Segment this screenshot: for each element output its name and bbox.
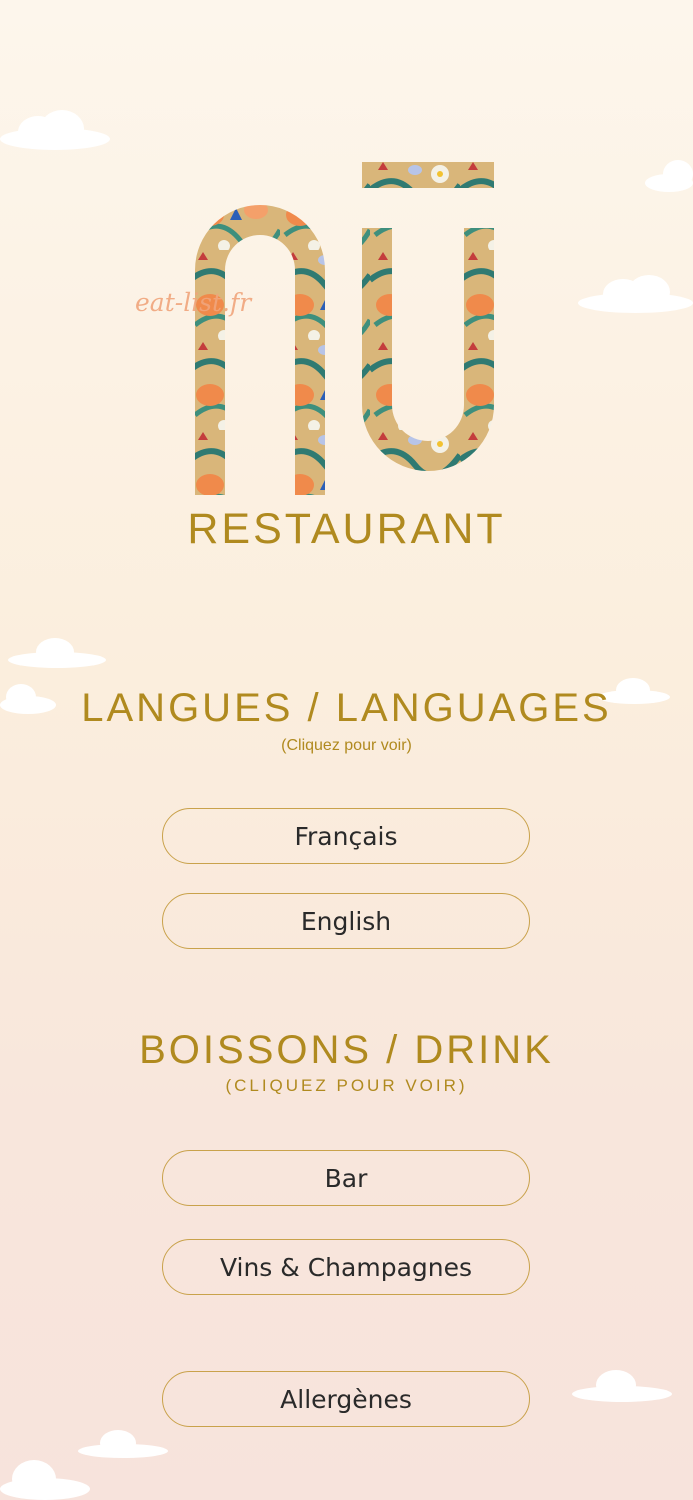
cloud-decoration bbox=[0, 110, 110, 150]
english-button[interactable]: English bbox=[162, 893, 530, 949]
wines-champagnes-button[interactable]: Vins & Champagnes bbox=[162, 1239, 530, 1295]
cloud-decoration bbox=[0, 1458, 90, 1500]
cloud-decoration bbox=[645, 160, 693, 192]
drinks-subtitle: (CLIQUEZ POUR VOIR) bbox=[225, 1076, 468, 1095]
languages-title: LANGUES / LANGUAGES bbox=[81, 686, 612, 730]
languages-subtitle: (Cliquez pour voir) bbox=[281, 737, 412, 754]
cloud-decoration bbox=[78, 1430, 168, 1458]
cloud-decoration bbox=[572, 1370, 672, 1402]
nu-floral-logo-icon bbox=[195, 162, 494, 495]
bar-button[interactable]: Bar bbox=[162, 1150, 530, 1206]
french-button[interactable]: Français bbox=[162, 808, 530, 864]
cloud-decoration bbox=[8, 638, 106, 668]
restaurant-title: RESTAURANT bbox=[187, 505, 506, 553]
allergens-button[interactable]: Allergènes bbox=[162, 1371, 530, 1427]
cloud-decoration bbox=[578, 275, 693, 313]
drinks-title: BOISSONS / DRINK bbox=[139, 1028, 554, 1072]
watermark-text: eat-list.fr bbox=[135, 288, 252, 317]
